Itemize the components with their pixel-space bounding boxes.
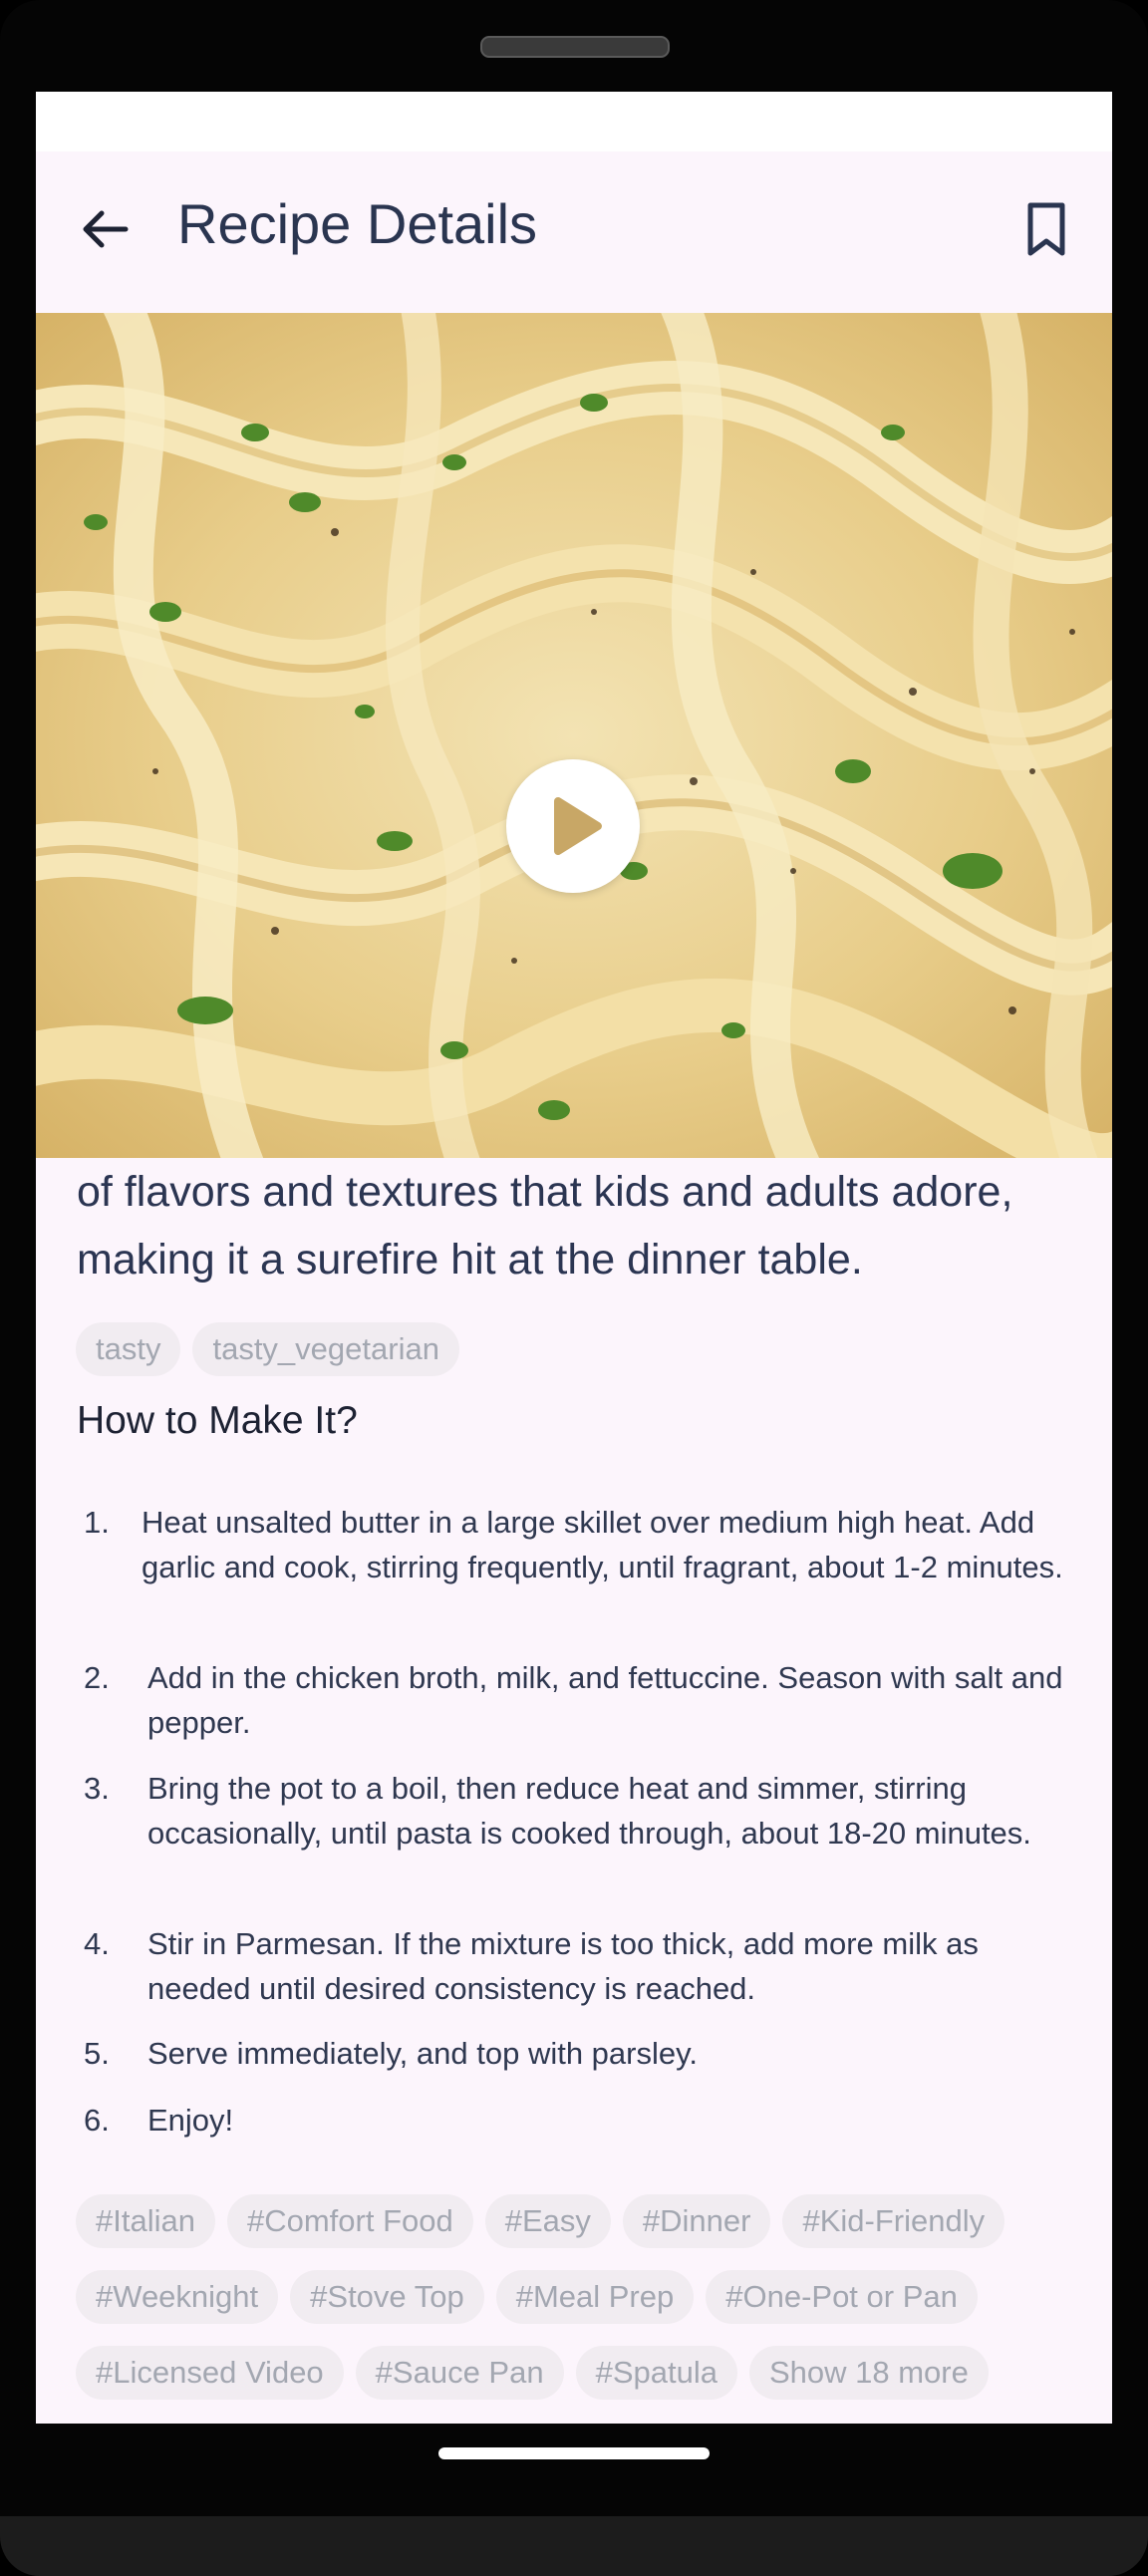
hashtag-row: #Italian #Comfort Food #Easy #Dinner #Ki… [76, 2194, 1005, 2248]
home-indicator[interactable] [438, 2447, 710, 2459]
step-text: Enjoy! [147, 2103, 234, 2138]
hashtag-chip[interactable]: #Kid-Friendly [782, 2194, 1005, 2248]
hashtag-chip[interactable]: #Sauce Pan [355, 2346, 564, 2400]
hashtag-chip[interactable]: #One-Pot or Pan [706, 2270, 978, 2324]
hashtag-chip[interactable]: #Italian [76, 2194, 215, 2248]
step-number: 3. [84, 1771, 110, 1806]
recipe-description: of flavors and textures that kids and ad… [77, 1168, 1013, 1284]
tag-list: tasty tasty_vegetarian [76, 1322, 459, 1376]
hashtag-chip[interactable]: #Weeknight [76, 2270, 279, 2324]
hashtag-chip[interactable]: #Comfort Food [226, 2194, 473, 2248]
step-number: 4. [84, 1926, 110, 1961]
step-number: 5. [84, 2036, 110, 2071]
page-title: Recipe Details [177, 192, 538, 255]
hashtag-row: #Weeknight #Stove Top #Meal Prep #One-Po… [76, 2270, 978, 2324]
pasta-image [36, 313, 1112, 1158]
bookmark-icon [1027, 202, 1065, 256]
recipe-video[interactable] [36, 313, 1112, 1158]
step-text: Serve immediately, and top with parsley. [147, 2036, 698, 2071]
show-more-button[interactable]: Show 18 more [748, 2346, 989, 2400]
tag-chip[interactable]: tasty [76, 1322, 181, 1376]
hashtag-chip[interactable]: #Stove Top [290, 2270, 484, 2324]
step-number: 6. [84, 2103, 110, 2138]
tag-chip[interactable]: tasty_vegetarian [192, 1322, 459, 1376]
screen: Recipe Details of flavors and textures t… [36, 92, 1112, 2424]
hashtag-chip[interactable]: #Spatula [575, 2346, 737, 2400]
hashtag-chip[interactable]: #Dinner [622, 2194, 771, 2248]
status-bar [36, 92, 1112, 151]
step-text: Heat unsalted butter in a large skillet … [142, 1505, 1063, 1584]
phone-chin [0, 2516, 1148, 2576]
step-text: Stir in Parmesan. If the mixture is too … [147, 1926, 979, 2006]
back-button[interactable] [74, 197, 138, 261]
hashtag-chip[interactable]: #Easy [484, 2194, 611, 2248]
step-text: Add in the chicken broth, milk, and fett… [147, 1660, 1063, 1740]
hashtag-chip[interactable]: #Meal Prep [495, 2270, 695, 2324]
app-bar: Recipe Details [36, 151, 1112, 305]
hashtag-chip[interactable]: #Licensed Video [76, 2346, 344, 2400]
play-icon [554, 797, 602, 855]
arrow-back-icon [83, 210, 129, 248]
step-text: Bring the pot to a boil, then reduce hea… [147, 1771, 1031, 1851]
hashtag-row: #Licensed Video #Sauce Pan #Spatula Show… [76, 2346, 989, 2400]
step-number: 1. [84, 1505, 110, 1540]
bookmark-button[interactable] [1014, 197, 1078, 261]
instructions-heading: How to Make It? [77, 1399, 358, 1442]
phone-frame: Recipe Details of flavors and textures t… [0, 0, 1148, 2576]
step-number: 2. [84, 1660, 110, 1695]
play-button[interactable] [506, 759, 640, 893]
earpiece-speaker [480, 36, 670, 58]
